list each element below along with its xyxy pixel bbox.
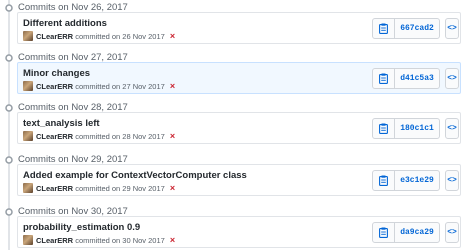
commit-message-link[interactable]: Added example for ContextVectorComputer …	[23, 170, 247, 181]
copy-sha-button[interactable]	[373, 19, 395, 38]
clipboard-icon	[379, 23, 388, 34]
commit-sha-button-group: 667cad2	[372, 18, 440, 39]
clipboard-icon	[379, 175, 388, 186]
status-failure-icon[interactable]: ×	[170, 81, 175, 91]
commit-sha-button-group: da9ca29	[372, 222, 440, 243]
commit-sha-link[interactable]: da9ca29	[395, 223, 439, 242]
git-commit-icon	[4, 103, 14, 113]
commit-meta: CLearERR committed on 29 Nov 2017 ×	[36, 183, 175, 194]
browse-repository-button[interactable]: <>	[445, 68, 459, 89]
copy-sha-button[interactable]	[373, 69, 395, 88]
commit-message-link[interactable]: Different additions	[23, 18, 107, 29]
status-failure-icon[interactable]: ×	[170, 183, 175, 193]
commit-date-text: committed on 29 Nov 2017	[75, 184, 165, 193]
commit-row: text_analysis left CLearERR committed on…	[17, 112, 461, 144]
commit-message-link[interactable]: text_analysis left	[23, 118, 100, 129]
clipboard-icon	[379, 227, 388, 238]
commit-sha-link[interactable]: d41c5a3	[395, 69, 439, 88]
commit-row: probability_estimation 0.9 CLearERR comm…	[17, 216, 461, 248]
commit-row: Different additions CLearERR committed o…	[17, 12, 461, 44]
status-failure-icon[interactable]: ×	[170, 31, 175, 41]
commit-group-nov-26: Commits on Nov 26, 2017 Different additi…	[0, 0, 474, 44]
author-link[interactable]: CLearERR	[36, 32, 73, 41]
commit-meta: CLearERR committed on 26 Nov 2017 ×	[36, 31, 175, 42]
avatar[interactable]	[23, 235, 33, 245]
commit-meta: CLearERR committed on 27 Nov 2017 ×	[36, 81, 175, 92]
status-failure-icon[interactable]: ×	[170, 235, 175, 245]
commit-row: Added example for ContextVectorComputer …	[17, 164, 461, 196]
commit-message-link[interactable]: Minor changes	[23, 68, 90, 79]
commit-sha-link[interactable]: 180c1c1	[395, 119, 439, 138]
commit-message-link[interactable]: probability_estimation 0.9	[23, 222, 140, 233]
commit-group-nov-29: Commits on Nov 29, 2017 Added example fo…	[0, 152, 474, 196]
commit-group-nov-27: Commits on Nov 27, 2017 Minor changes CL…	[0, 50, 474, 94]
copy-sha-button[interactable]	[373, 119, 395, 138]
browse-repository-button[interactable]: <>	[445, 118, 459, 139]
commit-sha-button-group: e3c1e29	[372, 170, 440, 191]
commit-date-text: committed on 26 Nov 2017	[75, 32, 165, 41]
avatar[interactable]	[23, 31, 33, 41]
author-link[interactable]: CLearERR	[36, 184, 73, 193]
commit-meta: CLearERR committed on 28 Nov 2017 ×	[36, 131, 175, 142]
avatar[interactable]	[23, 183, 33, 193]
avatar[interactable]	[23, 81, 33, 91]
git-commit-icon	[4, 3, 14, 13]
commit-date-text: committed on 28 Nov 2017	[75, 132, 165, 141]
git-commit-icon	[4, 155, 14, 165]
commit-meta: CLearERR committed on 30 Nov 2017 ×	[36, 235, 175, 246]
author-link[interactable]: CLearERR	[36, 132, 73, 141]
commit-date-text: committed on 30 Nov 2017	[75, 236, 165, 245]
git-commit-icon	[4, 53, 14, 63]
author-link[interactable]: CLearERR	[36, 82, 73, 91]
clipboard-icon	[379, 123, 388, 134]
browse-repository-button[interactable]: <>	[445, 18, 459, 39]
copy-sha-button[interactable]	[373, 171, 395, 190]
copy-sha-button[interactable]	[373, 223, 395, 242]
commit-sha-link[interactable]: e3c1e29	[395, 171, 439, 190]
commit-sha-link[interactable]: 667cad2	[395, 19, 439, 38]
browse-repository-button[interactable]: <>	[445, 170, 459, 191]
commit-group-nov-28: Commits on Nov 28, 2017 text_analysis le…	[0, 100, 474, 144]
clipboard-icon	[379, 73, 388, 84]
git-commit-icon	[4, 207, 14, 217]
browse-repository-button[interactable]: <>	[445, 222, 459, 243]
status-failure-icon[interactable]: ×	[170, 131, 175, 141]
commit-sha-button-group: 180c1c1	[372, 118, 440, 139]
commit-group-nov-30: Commits on Nov 30, 2017 probability_esti…	[0, 204, 474, 248]
commit-sha-button-group: d41c5a3	[372, 68, 440, 89]
commit-row: Minor changes CLearERR committed on 27 N…	[17, 62, 461, 94]
commit-date-text: committed on 27 Nov 2017	[75, 82, 165, 91]
avatar[interactable]	[23, 131, 33, 141]
author-link[interactable]: CLearERR	[36, 236, 73, 245]
